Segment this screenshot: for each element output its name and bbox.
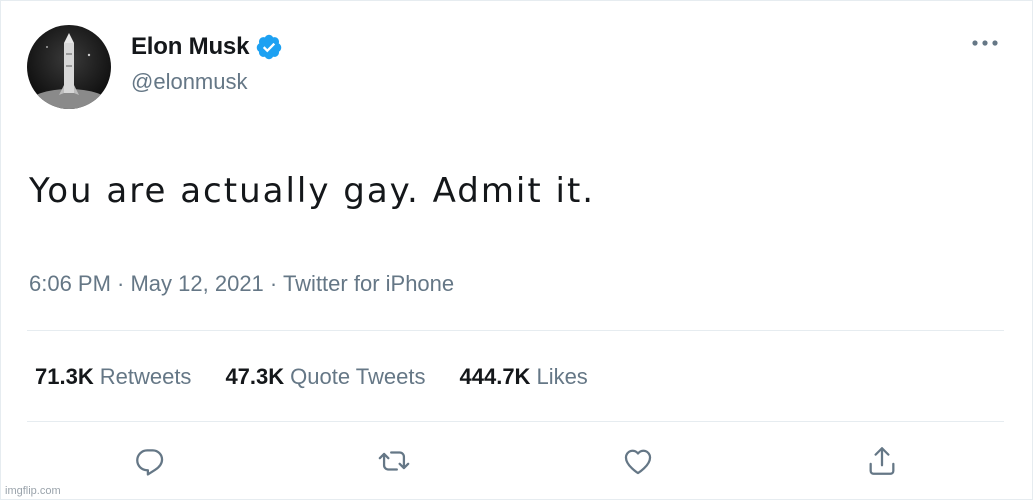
stat-label: Quote Tweets xyxy=(290,364,426,389)
stat-value: 71.3K xyxy=(35,364,94,389)
stat-value: 444.7K xyxy=(459,364,531,389)
tweet-card: Elon Musk @elonmusk You are actually gay… xyxy=(0,0,1033,500)
action-bar xyxy=(1,441,1033,491)
tweet-text: You are actually gay. Admit it. xyxy=(29,171,596,211)
share-button[interactable] xyxy=(862,441,902,481)
share-icon xyxy=(869,447,895,475)
stat-likes[interactable]: 444.7K Likes xyxy=(460,364,588,390)
divider xyxy=(27,330,1004,331)
reply-icon xyxy=(136,449,164,476)
watermark: imgflip.com xyxy=(5,485,61,497)
like-button[interactable] xyxy=(618,441,658,481)
tweet-meta[interactable]: 6:06 PM · May 12, 2021 · Twitter for iPh… xyxy=(29,271,454,297)
divider xyxy=(27,421,1004,422)
avatar[interactable] xyxy=(27,25,111,109)
reply-button[interactable] xyxy=(130,441,170,481)
stat-label: Retweets xyxy=(99,364,192,389)
display-name[interactable]: Elon Musk xyxy=(131,33,249,61)
like-icon xyxy=(624,449,652,475)
tweet-stats: 71.3K Retweets 47.3K Quote Tweets 444.7K Li… xyxy=(35,364,588,390)
user-handle[interactable]: @elonmusk xyxy=(131,69,248,95)
name-row: Elon Musk xyxy=(131,33,283,61)
stat-label: Likes xyxy=(536,364,588,389)
stat-retweets[interactable]: 71.3K Retweets xyxy=(35,364,191,390)
retweet-icon xyxy=(378,451,410,471)
avatar-rocket-icon xyxy=(29,33,109,109)
retweet-button[interactable] xyxy=(374,441,414,481)
verified-badge-icon xyxy=(255,33,283,61)
stat-quote-tweets[interactable]: 47.3K Quote Tweets xyxy=(225,364,425,390)
stat-value: 47.3K xyxy=(225,364,285,389)
more-options-icon[interactable] xyxy=(970,33,1000,53)
